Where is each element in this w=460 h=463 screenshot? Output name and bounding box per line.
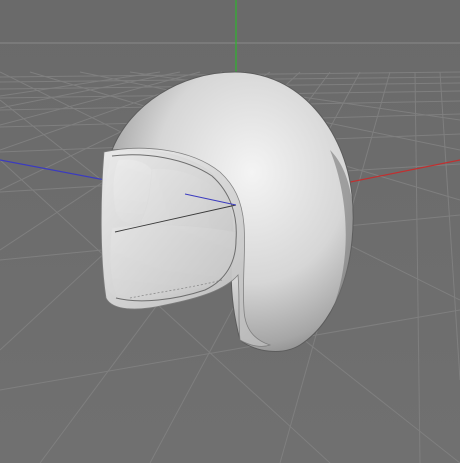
3d-viewport[interactable] [0, 0, 460, 463]
viewport-canvas[interactable] [0, 0, 460, 463]
